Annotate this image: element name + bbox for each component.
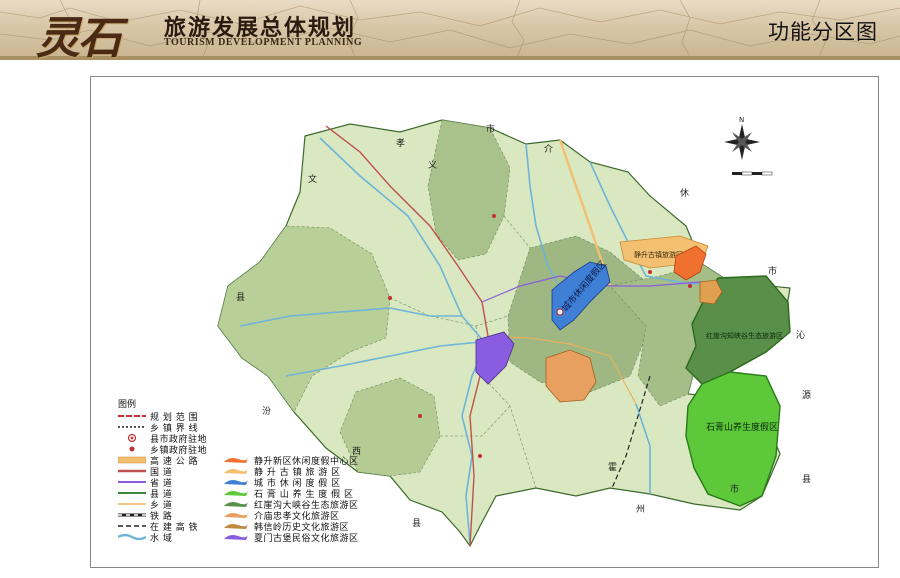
zone-hongyagou-label: 红崖沟知峡谷生态旅游区 bbox=[706, 331, 783, 340]
logo: 灵石 bbox=[36, 13, 122, 60]
zone-swatch bbox=[222, 478, 250, 486]
legend-item: 介庙忠孝文化旅游区 bbox=[222, 510, 340, 522]
provincial-road-symbol bbox=[118, 478, 146, 486]
legend-item: 石 膏 山 养 生 度 假 区 bbox=[222, 488, 354, 500]
legend-item: 在 建 高 铁 bbox=[118, 521, 198, 533]
neighbor-label: 休 bbox=[680, 187, 689, 199]
zone-shigao-label: 石膏山养生度假区 bbox=[706, 421, 778, 433]
legend-item: 县 道 bbox=[118, 488, 172, 500]
zone-swatch bbox=[222, 456, 250, 464]
legend-item: 静 升 古 镇 旅 游 区 bbox=[222, 466, 341, 478]
legend-item: 乡镇政府驻地 bbox=[118, 444, 207, 456]
cracked-earth-texture bbox=[0, 0, 900, 60]
neighbor-label: 县 bbox=[236, 292, 245, 303]
compass-north: N bbox=[739, 116, 744, 124]
zone-swatch bbox=[222, 522, 250, 530]
legend-item: 城 市 休 闲 度 假 区 bbox=[222, 477, 341, 489]
hsr-symbol bbox=[118, 522, 146, 530]
neighbor-label: 县 bbox=[802, 474, 811, 485]
neighbor-label: 源 bbox=[802, 390, 811, 401]
legend-item: 乡 镇 界 线 bbox=[118, 422, 198, 434]
legend-item: 规 划 范 围 bbox=[118, 411, 198, 423]
plan-title-en: TOURISM DEVELOPMENT PLANNING bbox=[164, 37, 363, 48]
scale-bar bbox=[732, 171, 773, 176]
neighbor-label: 汾 bbox=[262, 406, 271, 417]
zone-swatch bbox=[222, 500, 250, 508]
compass-rose-icon: N bbox=[724, 116, 760, 160]
neighbor-label: 沁 bbox=[796, 330, 805, 341]
town-seat-icon bbox=[118, 445, 146, 453]
township-line-symbol bbox=[118, 423, 146, 431]
neighbor-label: 县 bbox=[412, 518, 421, 529]
legend-item: 高 速 公 路 bbox=[117, 455, 198, 467]
function-zoning-map[interactable]: 静升古镇旅游区 城市休闲度假区 红崖沟知峡谷生态旅游区 石膏山养生度假区 孝 义… bbox=[90, 76, 879, 568]
zone-swatch bbox=[222, 511, 250, 519]
expressway-symbol bbox=[117, 456, 147, 464]
neighbor-label: 市 bbox=[486, 123, 495, 135]
county-seat-icon bbox=[118, 433, 146, 443]
legend-item: 水 域 bbox=[117, 532, 172, 544]
water-symbol bbox=[117, 533, 147, 541]
legend-item: 县市政府驻地 bbox=[118, 433, 207, 445]
neighbor-label: 孝 bbox=[396, 138, 405, 149]
railway-symbol bbox=[118, 511, 146, 519]
page-title: 功能分区图 bbox=[768, 20, 878, 44]
legend-item: 静升新区休闲度假中心区 bbox=[222, 455, 359, 467]
legend-item: 夏门古堡民俗文化旅游区 bbox=[222, 532, 359, 544]
neighbor-label: 市 bbox=[768, 265, 777, 277]
zone-swatch bbox=[222, 489, 250, 497]
legend-title: 图例 bbox=[118, 400, 137, 410]
legend-item: 省 道 bbox=[118, 477, 172, 489]
legend-item: 韩信岭历史文化旅游区 bbox=[222, 521, 349, 533]
neighbor-label: 文 bbox=[308, 173, 317, 185]
zone-swatch bbox=[222, 467, 250, 475]
neighbor-label: 霍 bbox=[608, 462, 617, 473]
neighbor-label: 州 bbox=[636, 504, 645, 515]
boundary-symbol bbox=[118, 412, 146, 420]
legend-item: 乡 道 bbox=[118, 499, 172, 511]
legend-item: 红崖沟大峡谷生态旅游区 bbox=[222, 499, 359, 511]
county-road-symbol bbox=[118, 489, 146, 497]
national-road-symbol bbox=[118, 467, 146, 475]
rural-road-symbol bbox=[118, 500, 146, 508]
neighbor-label: 介 bbox=[544, 144, 553, 155]
neighbor-label: 义 bbox=[428, 160, 437, 171]
banner-stripe bbox=[0, 56, 900, 60]
legend-item: 铁 路 bbox=[118, 510, 172, 522]
legend-item: 国 道 bbox=[118, 466, 172, 478]
header-banner: 灵石 旅游发展总体规划 TOURISM DEVELOPMENT PLANNING… bbox=[0, 0, 900, 60]
neighbor-label: 市 bbox=[730, 483, 739, 495]
zone-swatch bbox=[222, 533, 250, 541]
